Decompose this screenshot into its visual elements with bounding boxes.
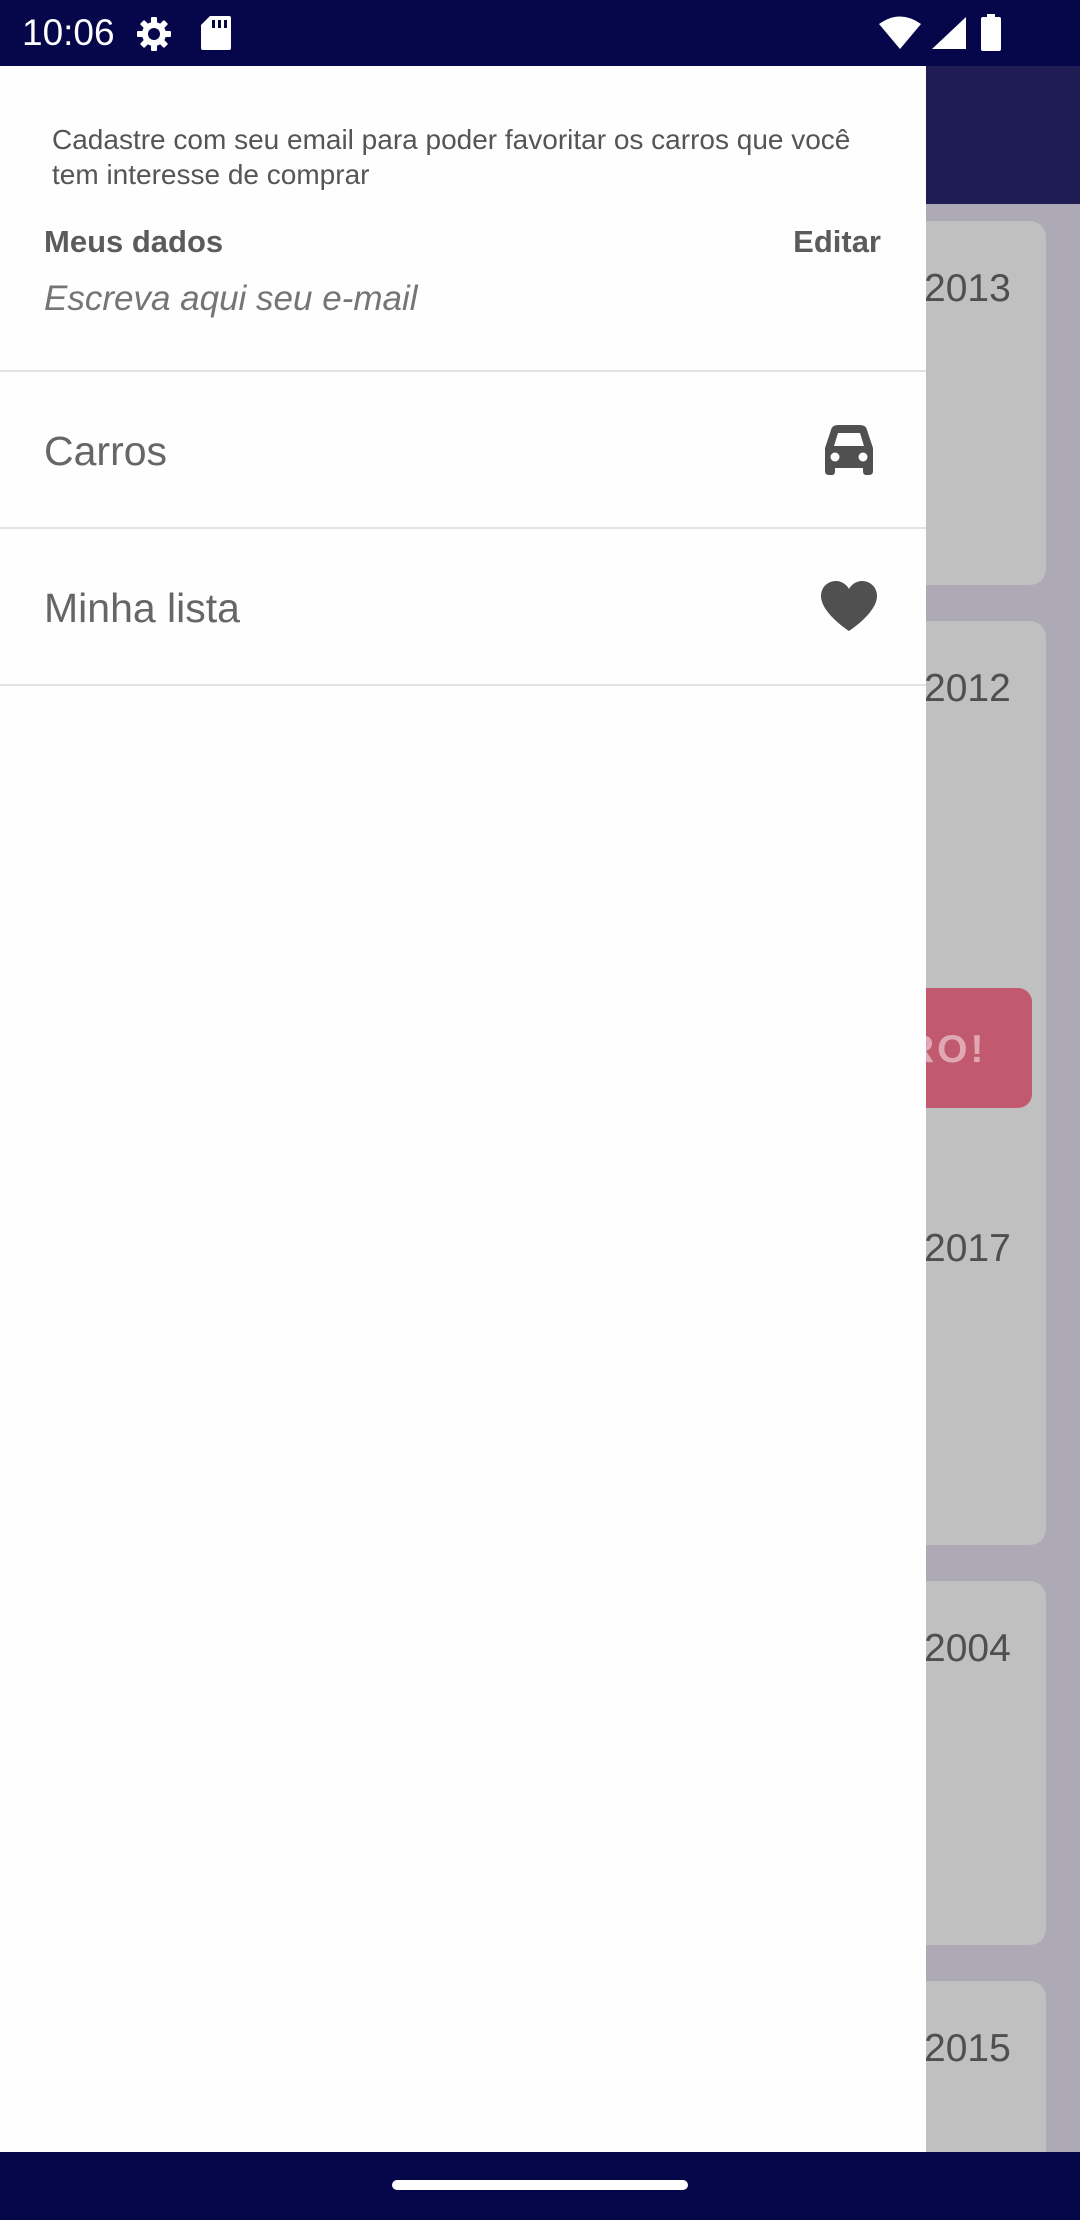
battery-icon [981, 14, 1001, 51]
menu-item-label: Minha lista [44, 585, 240, 631]
heart-icon [821, 581, 877, 631]
drawer-info-text: Cadastre com seu email para poder favori… [52, 124, 851, 190]
edit-button[interactable]: Editar [793, 222, 881, 262]
drawer-divider [0, 684, 926, 686]
car-year: 2013 [924, 267, 1011, 310]
settings-gear-icon [137, 17, 171, 51]
car-year: 2012 [924, 667, 1011, 710]
car-year: 2004 [924, 1627, 1011, 1670]
menu-item-label: Carros [44, 428, 168, 474]
menu-item-my-list[interactable]: Minha lista [0, 529, 926, 685]
navigation-bar [0, 2152, 1080, 2220]
wifi-icon [879, 16, 921, 49]
my-data-title: Meus dados [44, 224, 224, 259]
car-icon [825, 425, 873, 475]
cell-signal-icon [932, 17, 966, 49]
sd-card-icon [201, 16, 231, 50]
car-year: 2015 [924, 2027, 1011, 2070]
home-gesture-handle[interactable] [392, 2180, 688, 2190]
status-time: 10:06 [22, 12, 115, 53]
car-year: 2017 [924, 1227, 1011, 1270]
menu-item-cars[interactable]: Carros [0, 372, 926, 528]
navigation-drawer: Cadastre com seu email para poder favori… [0, 66, 926, 2152]
status-bar: 10:06 [0, 0, 1080, 66]
email-input[interactable] [44, 276, 880, 322]
